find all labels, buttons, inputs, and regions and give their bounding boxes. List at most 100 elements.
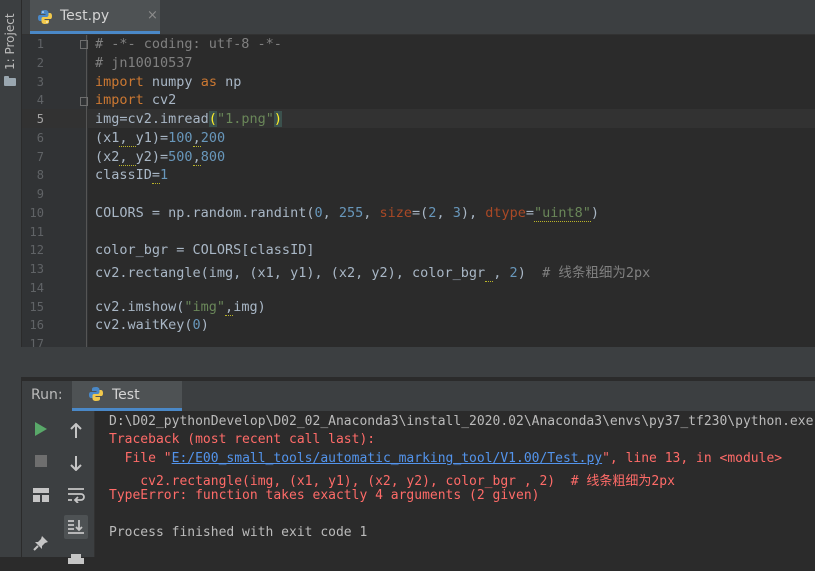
close-icon[interactable]: × (147, 8, 158, 23)
editor-tab-bar: Test.py × (22, 0, 815, 35)
keyword-token: import (95, 74, 144, 90)
number-token: 2 (509, 265, 518, 281)
code-token: cv2.rectangle(img, (x1, y1), (x2, y2), c… (95, 265, 486, 281)
string-token: "1.png" (216, 111, 274, 127)
line-number: 14 (29, 281, 44, 295)
python-file-icon (38, 10, 52, 24)
project-tool-tab[interactable]: 1: Project (0, 6, 21, 76)
wrap-icon[interactable] (64, 483, 88, 507)
string-token: "uint8" (534, 205, 591, 222)
run-console[interactable]: D:\D02_pythonDevelop\D02_02_Anaconda3\in… (95, 411, 815, 557)
code-token: , (363, 205, 380, 221)
run-tab-test[interactable]: Test (72, 381, 182, 411)
line-number: 16 (29, 318, 44, 332)
line-number: 6 (36, 131, 44, 145)
code-token: COLORS = np.random.randint( (95, 205, 315, 221)
code-token: classID (95, 167, 152, 183)
console-exit-message: Process finished with exit code 1 (109, 525, 368, 540)
code-token: (x1 (95, 130, 120, 146)
code-token: , (119, 149, 136, 166)
number-token: 0 (192, 317, 201, 333)
code-token: cv2.waitKey( (95, 317, 193, 333)
number-token: 255 (338, 205, 364, 221)
source-file-link[interactable]: E:/E00_small_tools/automatic_marking_too… (172, 451, 602, 466)
code-line-13: cv2.rectangle(img, (x1, y1), (x2, y2), c… (95, 261, 650, 282)
down-arrow-icon[interactable] (64, 451, 88, 475)
fold-marker-icon[interactable] (80, 40, 88, 49)
code-token: , (192, 130, 201, 147)
matched-paren: ( (208, 111, 217, 127)
code-token: img=cv2.imread (95, 111, 209, 127)
python-file-icon (89, 387, 103, 401)
code-token: (x2 (95, 149, 120, 165)
code-token: , (436, 205, 453, 221)
code-line-8: classID=1 (95, 167, 168, 184)
console-code-line: cv2.rectangle(img, (x1, y1), (x2, y2), c… (109, 474, 675, 489)
keyword-token: as (200, 74, 217, 90)
code-token: ), (460, 205, 486, 221)
code-line-15: cv2.imshow("img",img) (95, 299, 266, 316)
scroll-end-icon[interactable] (64, 515, 88, 539)
fold-marker-icon[interactable] (80, 97, 88, 106)
line-number: 12 (29, 243, 44, 257)
print-icon[interactable] (64, 547, 88, 571)
code-comment: # jn10010537 (95, 55, 193, 71)
console-file-line: File "E:/E00_small_tools/automatic_marki… (109, 451, 782, 466)
number-token: 800 (200, 149, 226, 165)
line-number: 1 (36, 37, 44, 51)
run-tab-label: Test (112, 387, 140, 403)
line-number: 15 (29, 300, 44, 314)
code-token: =( (412, 205, 429, 221)
number-token: 500 (168, 149, 193, 165)
console-error-message: TypeError: function takes exactly 4 argu… (109, 488, 540, 503)
code-line-12: color_bgr = COLORS[classID] (95, 242, 314, 258)
editor-tab-label: Test.py (60, 8, 110, 24)
ide-window: 1: Project Test.py × 1 2 3 4 5 6 7 8 9 1… (0, 0, 815, 564)
up-arrow-icon[interactable] (64, 419, 88, 443)
pin-icon[interactable] (29, 531, 53, 555)
code-line-6: (x1, y1)=100,200 (95, 130, 225, 147)
code-token: color_bgr = COLORS[classID] (95, 242, 315, 258)
project-tab-label: 1: Project (3, 13, 17, 70)
param-token: size (379, 205, 413, 221)
console-file-suffix: ", line 13, in <module> (602, 451, 783, 466)
line-number: 7 (36, 150, 44, 164)
code-line-3: import numpy as np (95, 74, 241, 90)
line-number: 13 (29, 262, 44, 276)
code-line-16: cv2.waitKey(0) (95, 317, 209, 333)
code-token: y1)= (135, 130, 169, 146)
console-command-line: D:\D02_pythonDevelop\D02_02_Anaconda3\in… (109, 414, 814, 429)
line-number: 8 (36, 168, 44, 182)
layout-icon[interactable] (29, 483, 53, 507)
number-token: 100 (168, 130, 193, 146)
code-line-5: img=cv2.imread("1.png") (95, 111, 282, 127)
code-token: , (119, 130, 136, 147)
code-token: ) (590, 205, 600, 221)
line-number: 4 (36, 93, 44, 107)
code-token: , (192, 149, 201, 166)
stop-icon[interactable] (29, 449, 53, 473)
folder-icon (4, 76, 16, 86)
code-token: ) (200, 317, 209, 333)
run-icon[interactable] (29, 417, 53, 441)
editor-tab-test-py[interactable]: Test.py × (30, 0, 160, 34)
code-token: = (151, 167, 161, 184)
matched-paren: ) (273, 111, 282, 127)
run-panel-title: Run: (31, 387, 63, 403)
line-number: 2 (36, 56, 44, 70)
code-token: = (525, 205, 535, 221)
code-token: ) (517, 265, 543, 281)
line-number: 10 (29, 206, 44, 220)
string-token: "img" (184, 299, 226, 315)
code-line-10: COLORS = np.random.randint(0, 255, size=… (95, 205, 600, 222)
code-line-7: (x2, y2)=500,800 (95, 149, 226, 166)
code-comment: # -*- coding: utf-8 -*- (95, 36, 282, 52)
code-token: , (322, 205, 339, 221)
code-line-1: # -*- coding: utf-8 -*- (95, 36, 282, 52)
line-number: 5 (36, 112, 44, 126)
panel-separator[interactable] (0, 347, 815, 377)
console-file-prefix: File " (109, 451, 172, 466)
run-panel-header: Run: Test (22, 381, 815, 412)
line-number: 9 (36, 187, 44, 201)
code-token: img) (233, 299, 266, 315)
